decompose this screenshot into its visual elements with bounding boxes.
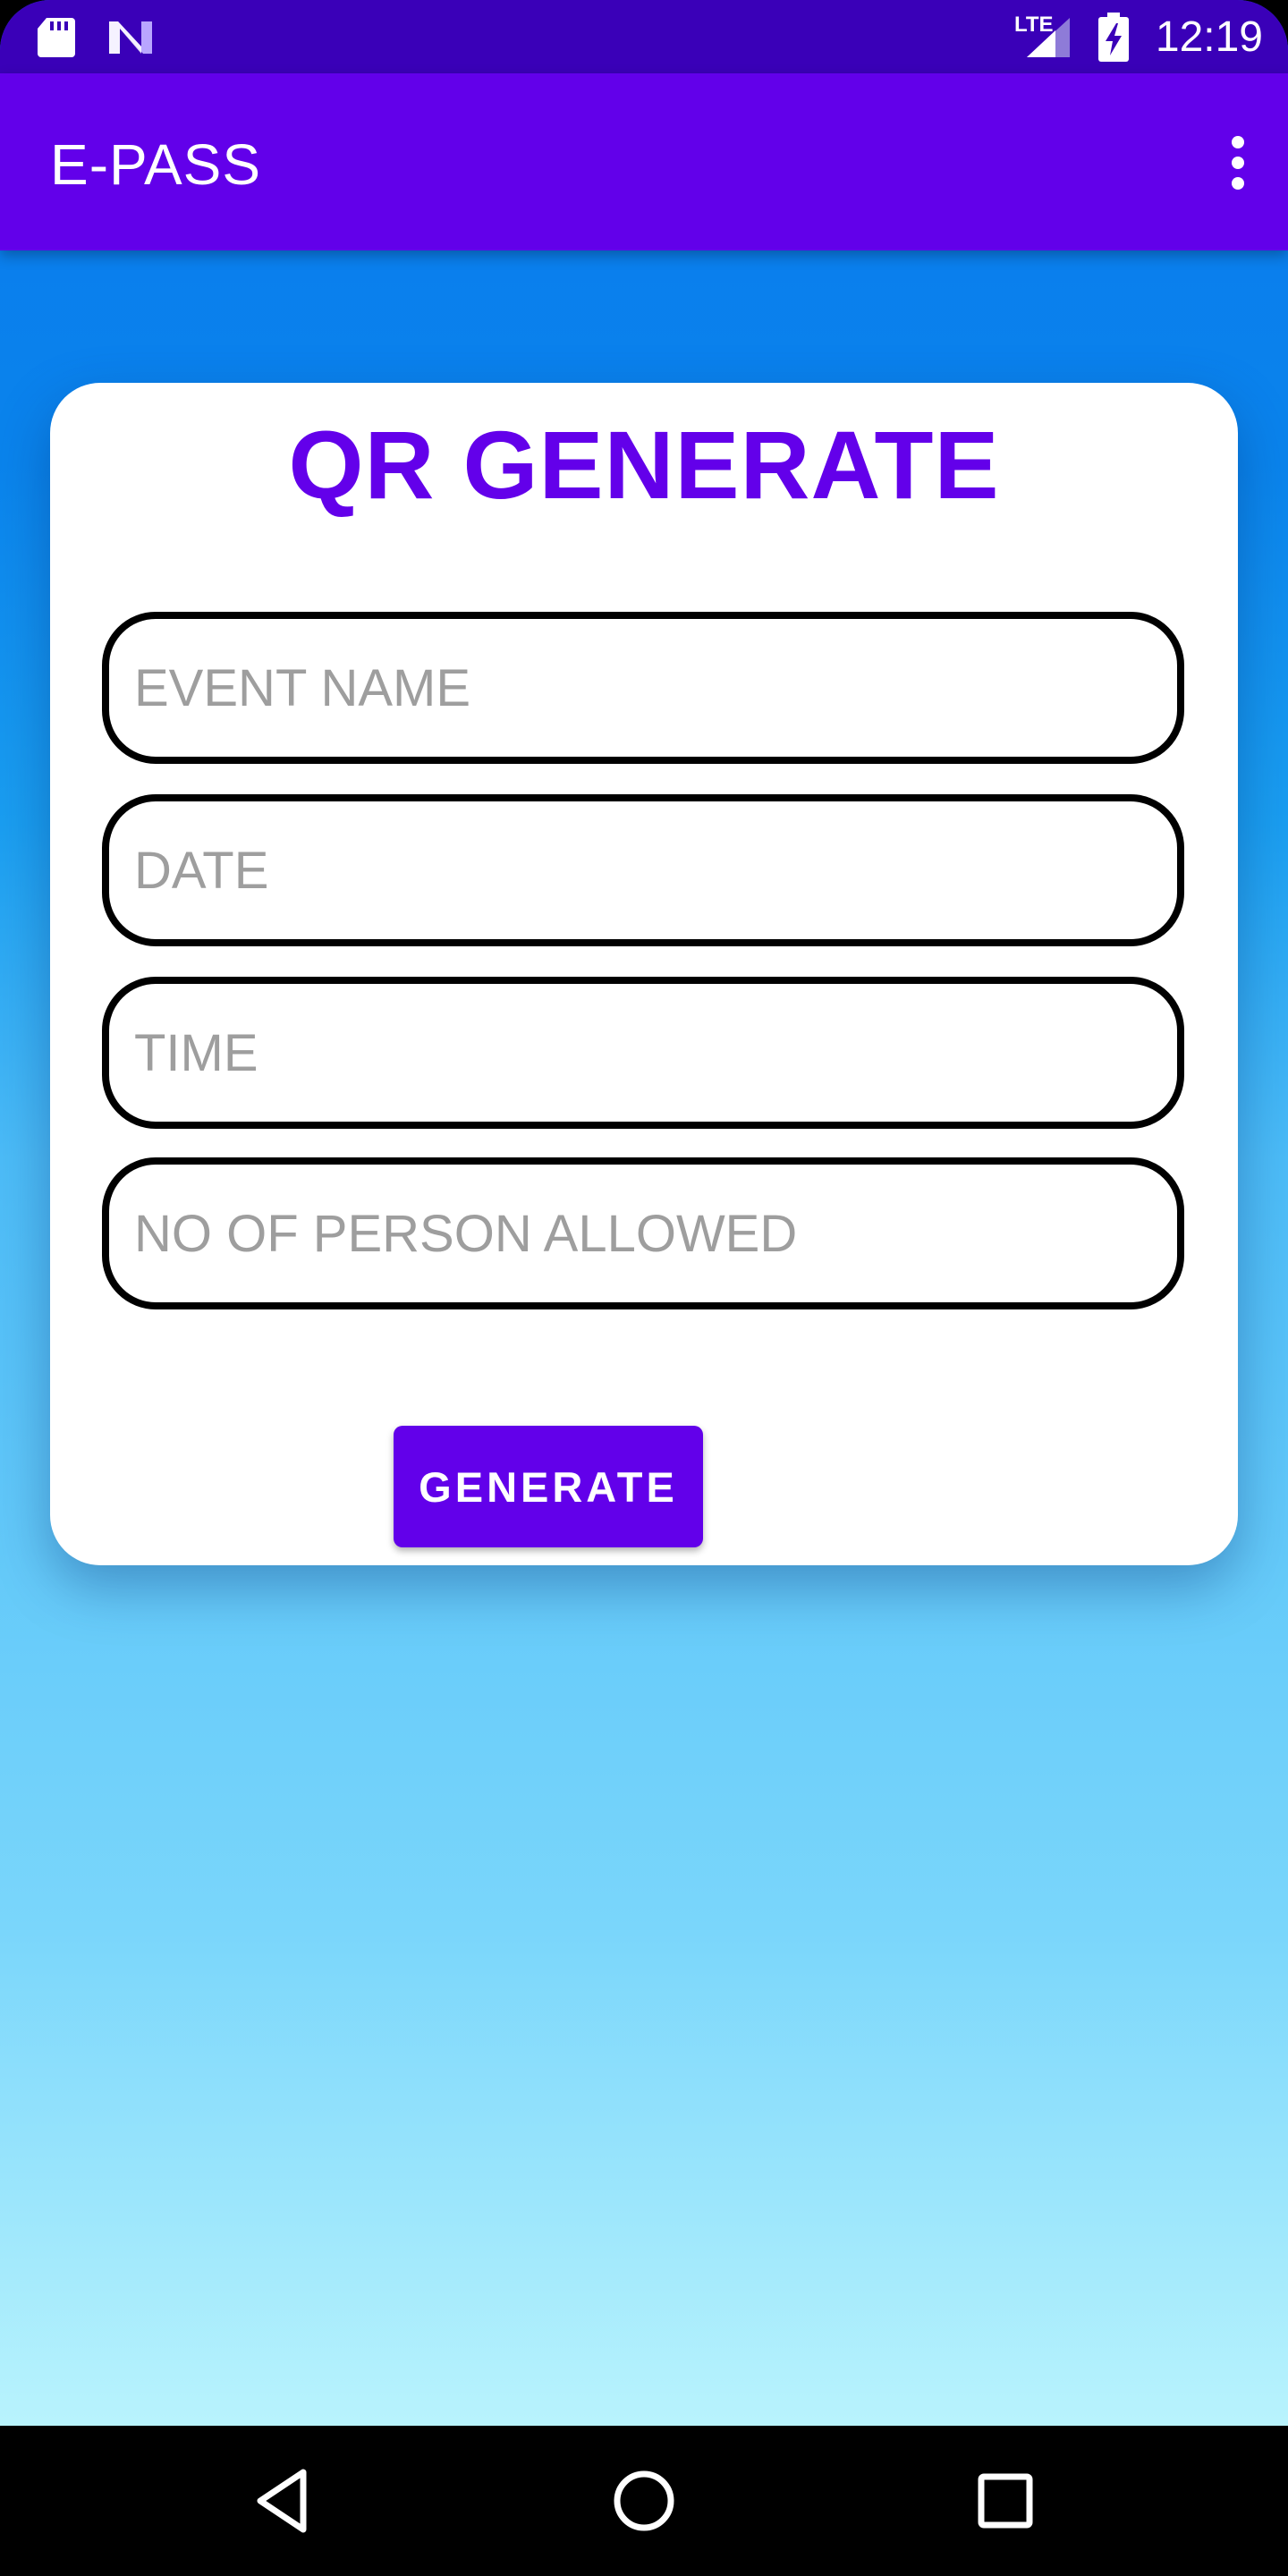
more-options-button[interactable]	[1211, 131, 1265, 195]
nav-home-button[interactable]	[599, 2456, 689, 2546]
more-vert-dot	[1232, 177, 1244, 190]
n-notification-icon	[109, 21, 152, 54]
time-input[interactable]	[134, 984, 1154, 1122]
card-title: QR GENERATE	[288, 411, 1000, 519]
home-icon	[614, 2470, 674, 2531]
battery-charging-icon	[1098, 13, 1129, 62]
back-icon	[257, 2469, 307, 2533]
sd-card-icon	[38, 18, 75, 57]
date-input[interactable]	[134, 801, 1154, 939]
generate-button[interactable]: GENERATE	[394, 1426, 703, 1547]
app-title: E-PASS	[50, 132, 261, 197]
nav-back-button[interactable]	[238, 2456, 327, 2546]
status-time: 12:19	[1155, 13, 1263, 61]
event-name-field[interactable]	[102, 612, 1184, 764]
lte-signal-icon	[1027, 18, 1070, 57]
app-bar: E-PASS	[0, 73, 1288, 250]
persons-allowed-field[interactable]	[102, 1157, 1184, 1309]
persons-allowed-input[interactable]	[134, 1165, 1154, 1302]
event-name-input[interactable]	[134, 619, 1154, 757]
recents-icon	[978, 2473, 1033, 2529]
navigation-bar	[0, 2426, 1288, 2576]
time-field[interactable]	[102, 977, 1184, 1129]
date-field[interactable]	[102, 794, 1184, 946]
status-bar: LTE 12:19	[0, 0, 1288, 73]
more-vert-dot	[1232, 157, 1244, 169]
qr-form-card: QR GENERATE GENERATE	[50, 383, 1238, 1565]
nav-recents-button[interactable]	[961, 2456, 1050, 2546]
app-screen: LTE 12:19 E-PASS QR GENERATE EVENT NAME …	[0, 0, 1288, 2576]
more-vert-icon	[1232, 136, 1244, 148]
